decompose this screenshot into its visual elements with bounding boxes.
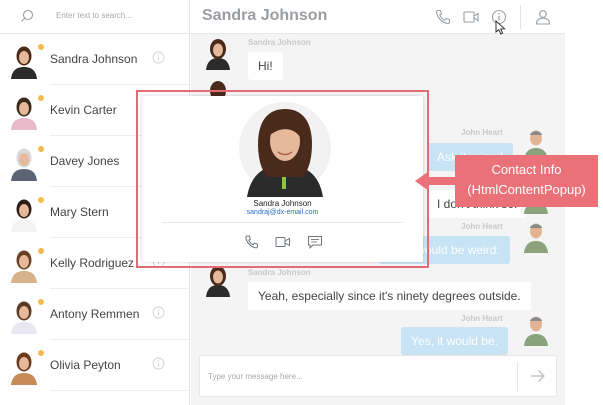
message-author: John Heart	[461, 222, 503, 231]
online-status-dot	[38, 248, 44, 254]
message-composer: Type your message here...	[199, 355, 557, 397]
contact-list-item[interactable]: Sandra Johnson	[0, 34, 190, 85]
online-status-dot	[38, 146, 44, 152]
message-author: Sandra Johnson	[248, 268, 311, 277]
composer-divider	[517, 362, 518, 391]
contact-info-popup: Sandra Johnson sandraj@dx-email.com	[136, 90, 429, 268]
avatar	[11, 148, 37, 181]
avatar	[11, 250, 37, 283]
info-icon[interactable]	[152, 306, 165, 319]
contact-name: Sandra Johnson	[50, 52, 138, 66]
avatar	[11, 301, 37, 334]
row-divider	[50, 390, 190, 391]
user-icon[interactable]	[534, 8, 552, 26]
avatar	[11, 199, 37, 232]
annotation-callout: Contact Info (HtmlContentPopup)	[455, 155, 598, 207]
phone-icon[interactable]	[244, 235, 260, 249]
message-bubble: Yeah, especially since it's ninety degre…	[248, 282, 531, 310]
online-status-dot	[38, 299, 44, 305]
contact-name: Davey Jones	[50, 154, 120, 168]
contact-name: Kelly Rodriguez	[50, 256, 135, 270]
avatar	[203, 36, 233, 70]
contact-name: Antony Remmen	[50, 307, 140, 321]
contact-name: Olivia Peyton	[50, 358, 121, 372]
search-input[interactable]: Enter text to search...	[56, 11, 132, 20]
avatar	[203, 263, 233, 297]
avatar	[521, 312, 551, 346]
online-status-dot	[38, 95, 44, 101]
contact-name: Sandra Johnson	[253, 199, 312, 208]
search-icon[interactable]	[20, 9, 34, 23]
contact-list-item[interactable]: Antony Remmen	[0, 289, 190, 340]
callout-title: Contact Info	[491, 162, 562, 177]
video-icon[interactable]	[462, 8, 480, 26]
phone-icon[interactable]	[434, 8, 452, 26]
message-author: John Heart	[461, 128, 503, 137]
message-bubble: Yes, it would be.	[401, 327, 508, 355]
popup-card: Sandra Johnson sandraj@dx-email.com	[142, 96, 423, 262]
send-icon[interactable]	[529, 368, 547, 384]
message-author: Sandra Johnson	[248, 38, 311, 47]
callout-subtitle: (HtmlContentPopup)	[467, 182, 586, 197]
contact-email-link[interactable]: sandraj@dx-email.com	[142, 209, 423, 216]
search-bar: Enter text to search...	[0, 0, 190, 34]
avatar	[11, 352, 37, 385]
avatar	[11, 46, 37, 79]
page-title: Sandra Johnson	[202, 7, 328, 24]
callout-arrow-icon	[415, 171, 455, 191]
message-icon[interactable]	[307, 235, 323, 249]
chat-header: Sandra Johnson	[191, 0, 565, 35]
popup-divider	[162, 222, 403, 223]
info-icon[interactable]	[152, 357, 165, 370]
message-author: John Heart	[461, 314, 503, 323]
message-bubble: Hi!	[248, 52, 283, 80]
online-status-dot	[38, 44, 44, 50]
info-icon[interactable]	[152, 51, 165, 64]
contact-name: Kevin Carter	[50, 103, 117, 117]
contact-name: Mary Stern	[50, 205, 109, 219]
video-icon[interactable]	[275, 235, 291, 249]
online-status-dot	[38, 197, 44, 203]
contact-photo	[239, 102, 331, 197]
avatar	[11, 97, 37, 130]
online-status-dot	[38, 350, 44, 356]
contact-list-item[interactable]: Olivia Peyton	[0, 340, 190, 391]
message-input[interactable]: Type your message here...	[208, 372, 303, 381]
avatar	[521, 219, 551, 253]
cursor-icon	[495, 20, 506, 35]
header-divider	[520, 5, 521, 29]
